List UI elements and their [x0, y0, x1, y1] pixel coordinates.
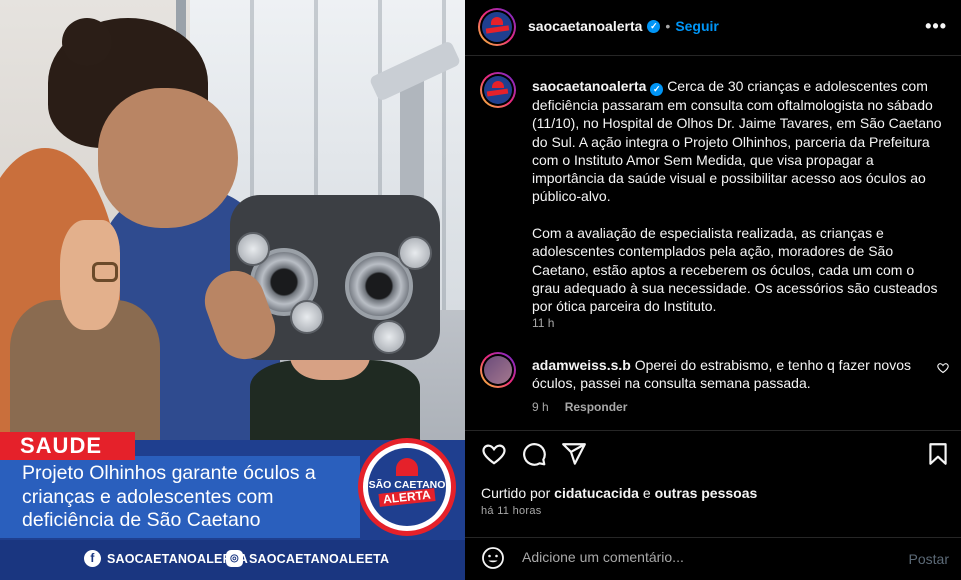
commenter-avatar[interactable] [480, 352, 516, 388]
phoropter-dial [290, 300, 324, 334]
instagram-handle-text: SAOCAETANOALEETA [249, 551, 390, 566]
phoropter-dial [236, 232, 270, 266]
caption-time: 11 h [532, 316, 555, 330]
caption-paragraph-2: Com a avaliação de especialista realizad… [532, 224, 942, 315]
caption-text-1: Cerca de 30 crianças e adolescentes com … [532, 78, 942, 205]
comment-like-icon[interactable] [937, 362, 949, 374]
post-comment-button[interactable]: Postar [909, 551, 949, 567]
likes-prefix: Curtido por [481, 485, 551, 501]
category-tag: SAUDE [0, 432, 135, 460]
post-details-panel: saocaetanoalerta ✓ • Seguir ••• saocaeta… [465, 0, 961, 580]
banner-headline: Projeto Olhinhos garante óculos a crianç… [22, 462, 316, 531]
likes-others[interactable]: outras pessoas [655, 485, 758, 501]
brand-logo-text: SÃO CAETANO ALERTA [364, 480, 450, 507]
post-header: saocaetanoalerta ✓ • Seguir ••• [465, 0, 961, 56]
verified-badge-icon: ✓ [650, 83, 664, 96]
phoropter-dial [372, 320, 406, 354]
comment-input[interactable] [522, 549, 882, 565]
post-caption: saocaetanoalerta ✓ Cerca de 30 crianças … [532, 77, 942, 334]
post-image[interactable]: SAUDE Projeto Olhinhos garante óculos a … [0, 0, 465, 580]
phoropter-dial [398, 236, 432, 270]
more-options-icon[interactable]: ••• [925, 16, 947, 37]
caption-paragraph-1: saocaetanoalerta ✓ Cerca de 30 crianças … [532, 77, 942, 206]
comment-meta: 9 h Responder [532, 400, 627, 414]
save-bookmark-icon[interactable] [925, 441, 951, 467]
caption-username[interactable]: saocaetanoalerta [532, 78, 646, 94]
likes-user[interactable]: cidatucacida [554, 485, 639, 501]
actions-divider [465, 430, 961, 431]
facebook-icon: f [84, 550, 101, 567]
header-user: saocaetanoalerta ✓ • Seguir [528, 18, 719, 34]
doctor-face [98, 88, 238, 228]
author-avatar[interactable] [478, 8, 516, 46]
likes-connector: e [642, 485, 651, 501]
comment-time: 9 h [532, 400, 549, 414]
instagram-icon: ◎ [226, 550, 243, 567]
reply-button[interactable]: Responder [565, 400, 628, 414]
facebook-handle: f SAOCAETANOALERTA [84, 550, 248, 567]
likes-summary: Curtido por cidatucacida e outras pessoa… [481, 485, 757, 501]
separator-dot: • [665, 18, 671, 34]
like-heart-icon[interactable] [481, 441, 507, 467]
post-timestamp: há 11 horas [481, 505, 542, 517]
comment-icon[interactable] [521, 441, 547, 467]
verified-badge-icon: ✓ [647, 19, 661, 33]
comment: adamweiss.s.b Operei do estrabismo, e te… [532, 356, 932, 393]
emoji-icon[interactable] [481, 546, 505, 570]
author-username[interactable]: saocaetanoalerta [528, 18, 642, 34]
instagram-handle: ◎ SAOCAETANOALEETA [226, 550, 389, 567]
caption-text-2: Com a avaliação de especialista realizad… [532, 225, 938, 315]
brand-logo-sun [396, 458, 418, 476]
doctor-hair-bun [62, 18, 112, 66]
commenter-username[interactable]: adamweiss.s.b [532, 357, 631, 373]
follow-button[interactable]: Seguir [675, 18, 719, 34]
assistant-glasses [92, 262, 118, 282]
share-icon[interactable] [561, 441, 587, 467]
caption-avatar[interactable] [480, 72, 516, 108]
